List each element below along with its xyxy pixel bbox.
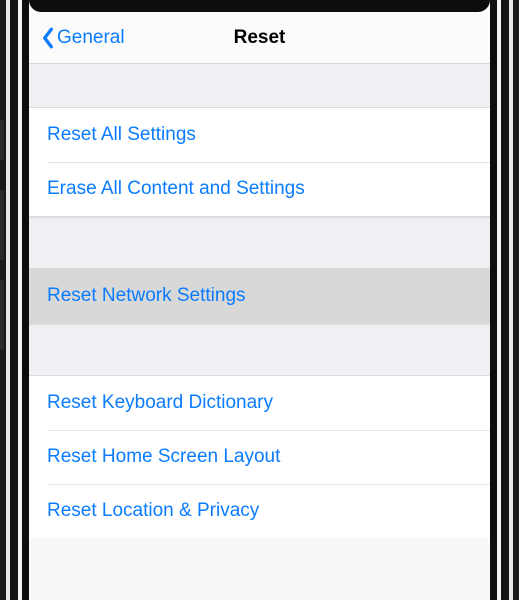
frame-strip [501,0,509,600]
settings-group-1: Reset All Settings Erase All Content and… [29,108,490,217]
row-label: Reset Home Screen Layout [47,446,280,468]
frame-strip [513,0,519,600]
screen: General Reset Reset All Settings Erase A… [29,12,490,600]
frame-strip [497,0,501,600]
back-button[interactable]: General [35,12,131,63]
frame-strip [10,0,18,600]
group-spacer [29,324,490,376]
row-label: Reset Network Settings [47,285,246,307]
chevron-left-icon [41,27,55,49]
group-spacer [29,217,490,269]
group-spacer [29,64,490,108]
row-label: Reset Location & Privacy [47,500,259,522]
row-erase-all-content-and-settings[interactable]: Erase All Content and Settings [29,162,490,216]
navbar: General Reset [29,12,490,64]
frame-strip [490,0,497,600]
side-button [0,120,4,160]
row-label: Reset All Settings [47,124,196,146]
row-reset-home-screen-layout[interactable]: Reset Home Screen Layout [29,430,490,484]
settings-group-2: Reset Network Settings [29,269,490,324]
page-title: Reset [234,27,286,49]
settings-group-3: Reset Keyboard Dictionary Reset Home Scr… [29,376,490,538]
phone-frame: General Reset Reset All Settings Erase A… [0,0,519,600]
row-label: Erase All Content and Settings [47,178,305,200]
row-reset-all-settings[interactable]: Reset All Settings [29,108,490,162]
row-reset-location-and-privacy[interactable]: Reset Location & Privacy [29,484,490,538]
row-label: Reset Keyboard Dictionary [47,392,273,414]
back-label: General [57,27,125,49]
row-reset-keyboard-dictionary[interactable]: Reset Keyboard Dictionary [29,376,490,430]
frame-strip [509,0,513,600]
side-button [0,190,4,260]
row-reset-network-settings[interactable]: Reset Network Settings [29,269,490,323]
frame-strip [22,0,29,600]
side-button [0,280,4,350]
